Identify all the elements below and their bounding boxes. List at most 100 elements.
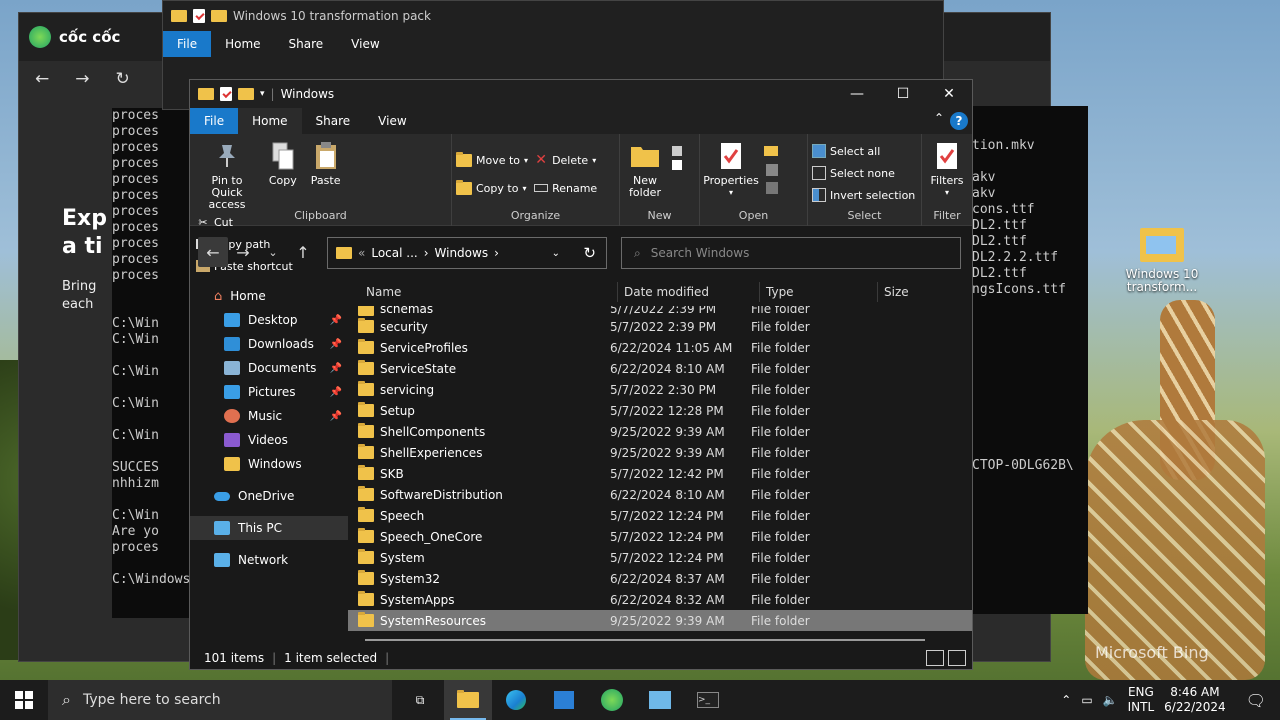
table-row[interactable]: ShellComponents 9/25/2022 9:39 AM File fol… (348, 421, 972, 442)
filters-button[interactable]: Filters ▾ (926, 140, 968, 199)
notifications-icon[interactable]: 🗨 (1246, 691, 1266, 710)
table-row[interactable]: Speech_OneCore 5/7/2022 12:24 PM File fold… (348, 526, 972, 547)
taskbar-terminal[interactable]: >_ (684, 680, 732, 720)
large-icons-view-icon[interactable] (948, 650, 966, 666)
volume-icon[interactable]: 🔈 (1103, 693, 1118, 707)
tab-home[interactable]: Home (238, 108, 302, 134)
open-icons[interactable] (762, 142, 786, 201)
tab-share[interactable]: Share (275, 31, 338, 57)
recent-locations-button[interactable]: ⌄ (258, 237, 288, 267)
start-button[interactable] (0, 680, 48, 720)
new-folder-button[interactable]: New folder (624, 140, 666, 199)
nav-item-music[interactable]: Music 📌 (190, 404, 348, 428)
breadcrumb-overflow[interactable]: « (358, 246, 365, 260)
tab-file[interactable]: File (190, 108, 239, 134)
taskbar-search-input[interactable]: Type here to search (83, 692, 221, 708)
breadcrumb-local[interactable]: Local ... (371, 246, 417, 260)
tab-share[interactable]: Share (302, 108, 365, 134)
nav-item-downloads[interactable]: Downloads 📌 (190, 332, 348, 356)
breadcrumb-separator[interactable]: › (494, 246, 499, 260)
table-row[interactable]: servicing 5/7/2022 2:30 PM File folder (348, 379, 972, 400)
nav-item-pictures[interactable]: Pictures 📌 (190, 380, 348, 404)
help-icon[interactable]: ? (950, 112, 968, 130)
table-row[interactable]: Setup 5/7/2022 12:28 PM File folder (348, 400, 972, 421)
rename-button[interactable]: Rename (534, 174, 597, 202)
taskbar-search[interactable]: ⌕ Type here to search (48, 680, 392, 720)
table-row[interactable]: SystemResources 9/25/2022 9:39 AM File fol… (348, 610, 972, 631)
column-size[interactable]: Size (878, 282, 958, 302)
properties-icon[interactable] (220, 87, 232, 101)
move-to-button[interactable]: Move to ▾ (456, 146, 528, 174)
tab-home[interactable]: Home (211, 31, 274, 57)
paste-button[interactable]: Paste (306, 140, 346, 187)
chevron-up-icon[interactable]: ⌃ (1061, 693, 1071, 707)
taskbar-coccoc[interactable] (588, 680, 636, 720)
table-row[interactable]: SKB 5/7/2022 12:42 PM File folder (348, 463, 972, 484)
delete-button[interactable]: ✕ Delete ▾ (534, 146, 597, 174)
taskbar-control-panel[interactable] (636, 680, 684, 720)
nav-item-documents[interactable]: Documents 📌 (190, 356, 348, 380)
taskbar-store[interactable] (540, 680, 588, 720)
table-row[interactable]: System 5/7/2022 12:24 PM File folder (348, 547, 972, 568)
pin-quick-access-button[interactable]: Pin to Quick access (194, 140, 260, 211)
select-none-button[interactable]: Select none (812, 162, 917, 184)
nav-item-home[interactable]: ⌂ Home (190, 284, 348, 308)
nav-item-thispc[interactable]: This PC (190, 516, 348, 540)
horizontal-scrollbar[interactable] (365, 639, 925, 641)
cmd-window-right[interactable]: tion.mkv akv akv cons.ttf DL2.ttf DL2.ttf DL2.… (972, 106, 1088, 614)
breadcrumb-windows[interactable]: Windows (435, 246, 489, 260)
address-bar[interactable]: « Local ... › Windows › ⌄ ↻ (327, 237, 607, 269)
column-name[interactable]: Name (348, 282, 618, 302)
chevron-up-icon[interactable]: ⌃ (934, 111, 944, 125)
clock[interactable]: 8:46 AM 6/22/2024 (1164, 685, 1226, 715)
explorer-window[interactable]: ▾ | Windows — ☐ ✕ File Home Share View ⌃… (189, 79, 973, 670)
nav-item-videos[interactable]: Videos (190, 428, 348, 452)
invert-selection-button[interactable]: Invert selection (812, 184, 917, 206)
table-row[interactable]: security 5/7/2022 2:39 PM File folder (348, 316, 972, 337)
table-row[interactable]: ServiceProfiles 6/22/2024 11:05 AM File fo… (348, 337, 972, 358)
table-row[interactable]: System32 6/22/2024 8:37 AM File folder (348, 568, 972, 589)
minimize-icon[interactable]: — (834, 80, 880, 108)
up-button[interactable]: ↑ (288, 237, 318, 267)
maximize-icon[interactable]: ☐ (880, 80, 926, 108)
forward-arrow-icon[interactable]: → (75, 69, 89, 89)
nav-item-onedrive[interactable]: OneDrive (190, 484, 348, 508)
back-button[interactable]: ← (198, 237, 228, 267)
copy-to-button[interactable]: Copy to ▾ (456, 174, 528, 202)
task-view-button[interactable]: ⧉ (396, 680, 444, 720)
select-all-button[interactable]: Select all (812, 140, 917, 162)
back-arrow-icon[interactable]: ← (35, 69, 49, 89)
table-row[interactable]: schemas 5/7/2022 2:39 PM File folder (348, 306, 972, 316)
close-icon[interactable]: ✕ (926, 80, 972, 108)
table-row[interactable]: Speech 5/7/2022 12:24 PM File folder (348, 505, 972, 526)
taskbar-edge[interactable] (492, 680, 540, 720)
tab-view[interactable]: View (364, 108, 420, 134)
table-row[interactable]: ShellExperiences 9/25/2022 9:39 AM File fo… (348, 442, 972, 463)
new-item-icon[interactable] (670, 144, 692, 177)
refresh-icon[interactable]: ↻ (583, 244, 596, 262)
reload-icon[interactable]: ↻ (116, 69, 130, 89)
breadcrumb-separator[interactable]: › (424, 246, 429, 260)
nav-item-network[interactable]: Network (190, 548, 348, 572)
new-folder-icon[interactable] (238, 88, 254, 100)
language-indicator[interactable]: ENG INTL (1128, 685, 1155, 715)
table-row[interactable]: SoftwareDistribution 6/22/2024 8:10 AM Fil… (348, 484, 972, 505)
taskbar-file-explorer[interactable] (444, 680, 492, 720)
chevron-down-icon[interactable]: ▾ (260, 89, 265, 99)
tab-view[interactable]: View (337, 31, 393, 57)
tab-file[interactable]: File (163, 31, 212, 57)
properties-button[interactable]: Properties ▾ (703, 140, 759, 199)
address-dropdown-icon[interactable]: ⌄ (552, 248, 560, 259)
table-row[interactable]: ServiceState 6/22/2024 8:10 AM File folder (348, 358, 972, 379)
search-input[interactable]: Search Windows (651, 246, 750, 260)
table-row[interactable]: SystemApps 6/22/2024 8:32 AM File folder (348, 589, 972, 610)
search-box[interactable]: ⌕ Search Windows (621, 237, 961, 269)
column-date-modified[interactable]: Date modified (618, 282, 760, 302)
nav-item-windows[interactable]: Windows (190, 452, 348, 476)
nav-item-desktop[interactable]: Desktop 📌 (190, 308, 348, 332)
cmd-window-left[interactable]: proces proces proces proces proces proces proc… (112, 108, 192, 618)
column-type[interactable]: Type (760, 282, 878, 302)
details-view-icon[interactable] (926, 650, 944, 666)
copy-button[interactable]: Copy (264, 140, 302, 187)
desktop-icon-windows10-transform[interactable]: Windows 10 transform... (1122, 228, 1202, 294)
